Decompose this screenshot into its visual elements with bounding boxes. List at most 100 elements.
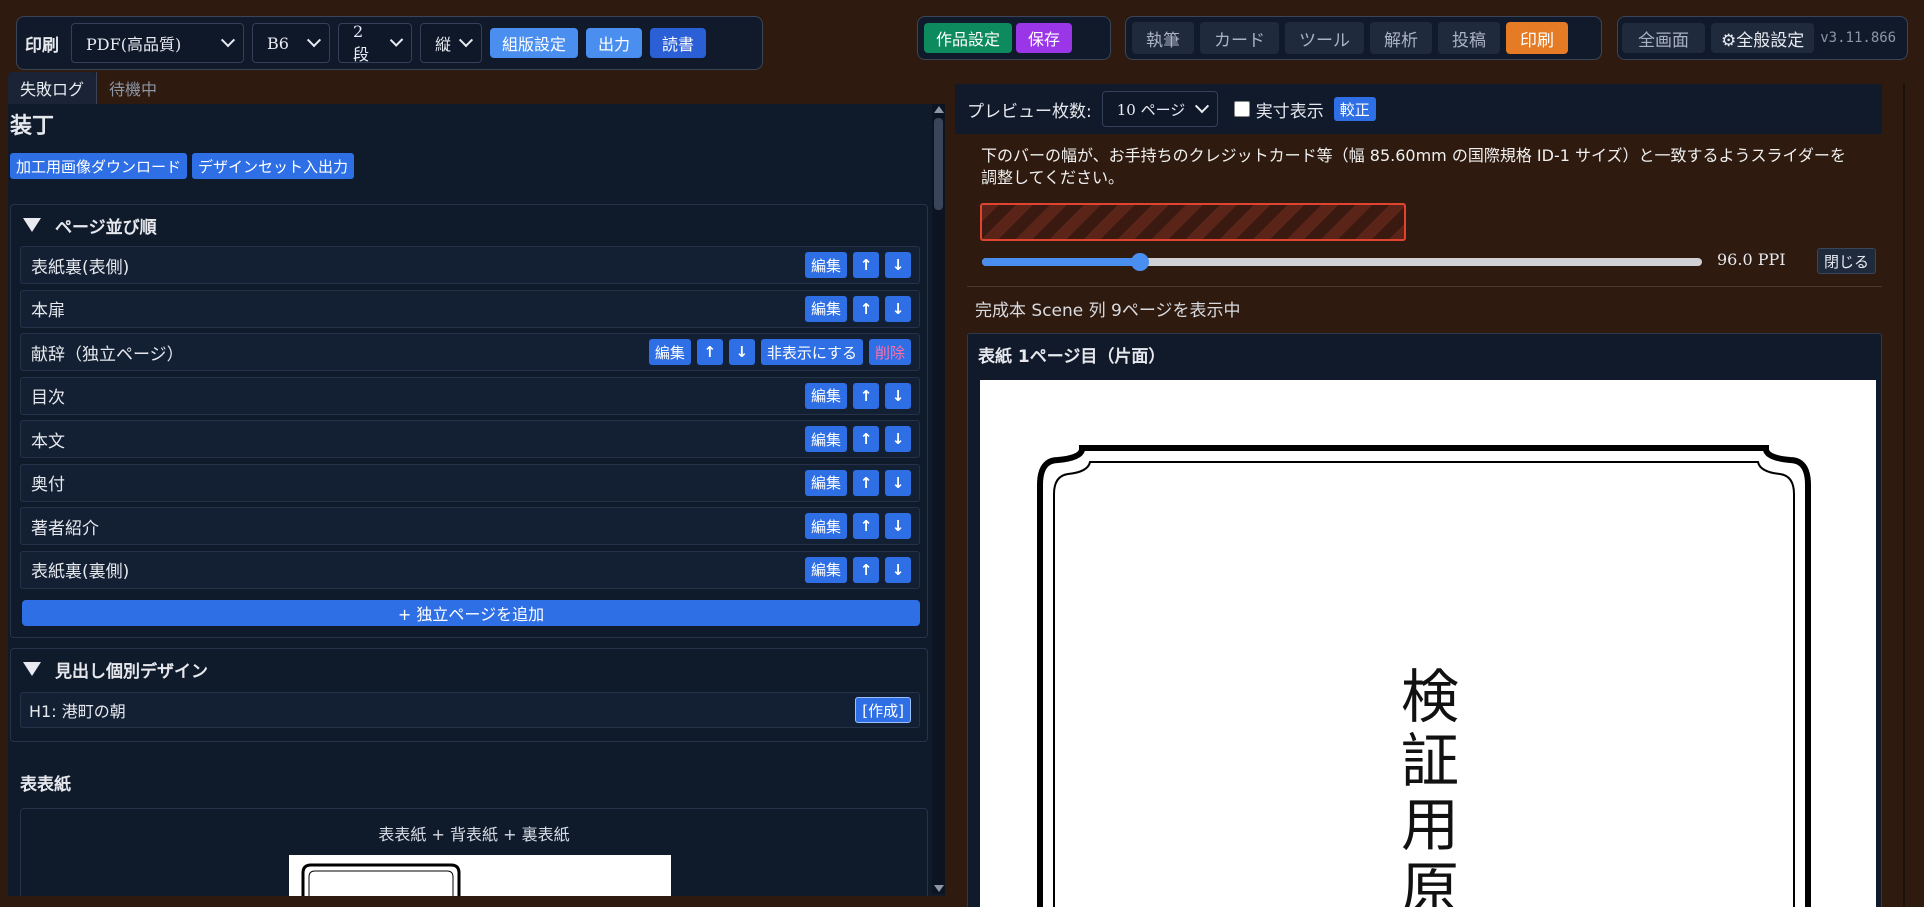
move-down-button[interactable]: ↓ — [885, 469, 911, 496]
page-label: 目次 — [31, 388, 65, 408]
move-up-button[interactable]: ↑ — [853, 469, 879, 496]
page-order-row: 著者紹介 編集 ↑ ↓ — [20, 507, 920, 545]
move-up-button[interactable]: ↑ — [696, 339, 723, 365]
edit-button[interactable]: 編集 — [804, 295, 847, 322]
edit-button[interactable]: 編集 — [648, 339, 691, 365]
main-nav: 執筆 カード ツール 解析 投稿 印刷 — [1125, 16, 1602, 60]
page-heading: 装丁 — [10, 114, 55, 139]
move-up-button[interactable]: ↑ — [853, 426, 879, 452]
read-button[interactable]: 読書 — [650, 28, 707, 58]
version-label: v3.11.866 — [1820, 30, 1897, 46]
page-preview-title: 表紙 1ページ目（片面） — [978, 347, 1166, 367]
move-down-button[interactable]: ↓ — [885, 252, 911, 278]
move-down-button[interactable]: ↓ — [885, 295, 911, 322]
preview-header: プレビュー枚数: 10 ページ 実寸表示 較正 — [955, 84, 1882, 134]
preview-panel: プレビュー枚数: 10 ページ 実寸表示 較正 下のバーの幅が、お手持ちのクレジ… — [955, 84, 1905, 907]
move-down-button[interactable]: ↓ — [885, 556, 911, 583]
download-image-button[interactable]: 加工用画像ダウンロード — [10, 153, 188, 179]
orientation-select[interactable]: 縦 — [420, 23, 482, 63]
columns-select[interactable]: 2 段 — [338, 22, 412, 64]
hide-button[interactable]: 非表示にする — [760, 339, 863, 365]
page-order-header[interactable]: ページ並び順 — [11, 205, 927, 245]
add-page-button[interactable]: + 独立ページを追加 — [22, 600, 920, 626]
edit-button[interactable]: 編集 — [804, 252, 847, 278]
actual-size-checkbox[interactable] — [1233, 101, 1250, 117]
save-button[interactable]: 保存 — [1016, 23, 1073, 53]
page-order-row: 表紙裏(裏側) 編集 ↑ ↓ — [20, 550, 920, 589]
page-order-row: 目次 編集 ↑ ↓ — [20, 376, 920, 415]
log-tabs: 失敗ログ 待機中 — [8, 72, 169, 104]
page-label: 献辞（独立ページ） — [31, 344, 184, 365]
move-up-button[interactable]: ↑ — [853, 382, 879, 409]
nav-tab-0[interactable]: 執筆 — [1132, 22, 1194, 54]
collapse-triangle-icon — [23, 218, 41, 232]
cover-title: 表表紙 — [20, 775, 71, 795]
delete-button[interactable]: 削除 — [868, 339, 911, 365]
format-select[interactable]: PDF(高品質) — [71, 23, 244, 63]
layout-settings-button[interactable]: 組版設定 — [490, 28, 579, 58]
page-label: 奥付 — [31, 475, 65, 495]
vertical-char: 原 — [1400, 855, 1459, 907]
move-down-button[interactable]: ↓ — [885, 513, 911, 539]
close-calibration-button[interactable]: 閉じる — [1817, 248, 1877, 274]
move-up-button[interactable]: ↑ — [853, 513, 879, 539]
scroll-down-icon[interactable] — [934, 885, 944, 892]
heading-design-header[interactable]: 見出し個別デザイン — [11, 649, 927, 689]
fullscreen-button[interactable]: 全画面 — [1622, 23, 1705, 53]
page-label: 著者紹介 — [31, 518, 99, 539]
page-label: 表紙裏(表側) — [31, 257, 130, 278]
chevron-down-icon — [458, 33, 474, 48]
page-order-row: 表紙裏(表側) 編集 ↑ ↓ — [20, 246, 920, 284]
edit-button[interactable]: 編集 — [804, 469, 847, 496]
page-order-row: 本扉 編集 ↑ ↓ — [20, 289, 920, 328]
design-set-button[interactable]: デザインセット入出力 — [192, 153, 355, 179]
vertical-char: 証 — [1400, 727, 1459, 795]
move-up-button[interactable]: ↑ — [853, 556, 879, 583]
system-toolbar: 全画面 ⚙全般設定 v3.11.866 — [1617, 16, 1908, 60]
edit-button[interactable]: 編集 — [804, 382, 847, 409]
nav-tab-4[interactable]: 投稿 — [1438, 22, 1500, 54]
calibrate-button[interactable]: 較正 — [1333, 97, 1376, 121]
nav-tab-1[interactable]: カード — [1200, 22, 1279, 54]
left-scrollbar[interactable] — [932, 104, 945, 894]
right-scrollbar[interactable] — [1903, 84, 1905, 907]
cover-section: 表表紙 表表紙 + 背表紙 + 裏表紙 — [10, 754, 928, 896]
output-button[interactable]: 出力 — [586, 28, 643, 58]
page-preview-card: 表紙 1ページ目（片面） 検証用原 — [967, 333, 1882, 907]
page-order-row: 献辞（独立ページ） 編集 ↑ ↓ 非表示にする 削除 — [20, 333, 920, 371]
move-up-button[interactable]: ↑ — [853, 295, 879, 322]
cover-preview-frame: 表表紙 + 背表紙 + 裏表紙 — [20, 808, 928, 896]
size-select[interactable]: B6 — [252, 23, 330, 63]
page-label: 表紙裏(裏側) — [31, 562, 130, 582]
general-settings-button[interactable]: ⚙全般設定 — [1711, 23, 1815, 53]
create-button[interactable]: [作成] — [855, 697, 911, 723]
move-down-button[interactable]: ↓ — [885, 426, 911, 452]
nav-tab-5[interactable]: 印刷 — [1506, 22, 1568, 54]
ppi-slider[interactable] — [982, 253, 1702, 271]
cover-subtitle: 表表紙 + 背表紙 + 裏表紙 — [378, 825, 570, 844]
binding-panel: 装丁 加工用画像ダウンロード デザインセット入出力 ページ並び順 表紙裏(表側)… — [8, 104, 945, 896]
move-down-button[interactable]: ↓ — [728, 339, 755, 365]
move-up-button[interactable]: ↑ — [853, 252, 879, 278]
tab-waiting[interactable]: 待機中 — [96, 72, 169, 104]
scroll-up-icon[interactable] — [934, 106, 944, 113]
work-settings-button[interactable]: 作品設定 — [924, 23, 1013, 53]
preview-count-select[interactable]: 10 ページ — [1101, 91, 1218, 127]
divider — [967, 286, 1882, 287]
nav-tab-3[interactable]: 解析 — [1370, 22, 1432, 54]
chevron-down-icon — [306, 33, 322, 48]
vertical-char: 検 — [1400, 663, 1459, 731]
edit-button[interactable]: 編集 — [804, 556, 847, 583]
preview-count-label: プレビュー枚数: — [967, 101, 1092, 122]
slider-thumb[interactable] — [1131, 253, 1150, 271]
edit-button[interactable]: 編集 — [804, 513, 847, 539]
binding-actions: 加工用画像ダウンロード デザインセット入出力 — [10, 153, 355, 179]
work-toolbar: 作品設定 保存 — [917, 16, 1111, 60]
nav-tab-2[interactable]: ツール — [1285, 22, 1364, 54]
move-down-button[interactable]: ↓ — [885, 382, 911, 409]
edit-button[interactable]: 編集 — [804, 426, 847, 452]
heading-design-row: H1: 港町の朝 [作成] — [20, 692, 920, 728]
scroll-thumb[interactable] — [934, 118, 943, 210]
toolbar-title: 印刷 — [25, 35, 59, 56]
tab-fail-log[interactable]: 失敗ログ — [8, 72, 97, 104]
